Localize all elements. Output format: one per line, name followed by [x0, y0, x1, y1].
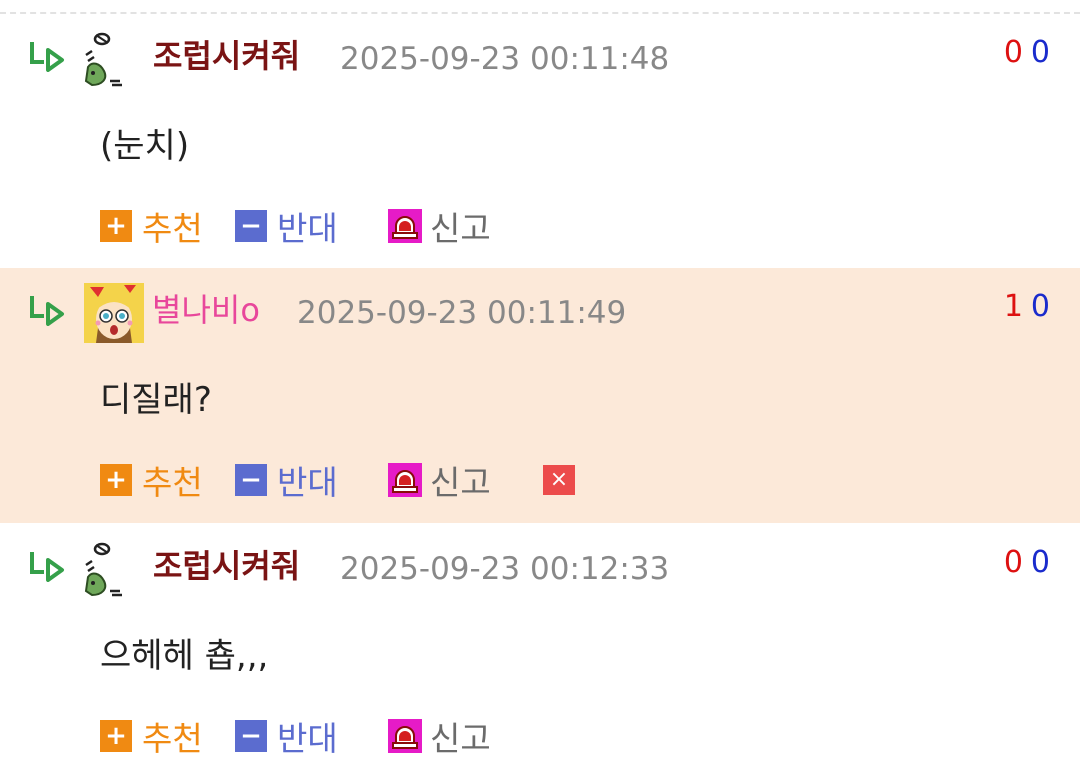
comment-author[interactable]: 별나비o [152, 290, 260, 330]
frog-icon[interactable] [82, 31, 128, 89]
comment-actions: + 추천 − 반대 신고 [100, 204, 800, 248]
downvote-count: 0 [1030, 545, 1050, 580]
comment-item-highlighted: 별나비o 2025-09-23 00:11:49 10 디질래? + 추천 − … [0, 268, 1080, 523]
comment-text: 으헤헤 춉,,, [100, 636, 269, 676]
recommend-button[interactable]: + 추천 [100, 458, 203, 502]
comment-actions: + 추천 − 반대 신고 [100, 714, 800, 758]
report-label: 신고 [430, 463, 491, 502]
report-button[interactable]: 신고 [388, 714, 491, 758]
recommend-label: 추천 [142, 719, 203, 758]
oppose-label: 반대 [277, 209, 338, 248]
report-button[interactable]: 신고 [388, 204, 491, 248]
cartoon-girl-avatar[interactable] [84, 283, 144, 343]
comment-item: 조럽시켜줘 2025-09-23 00:12:33 00 으헤헤 춉,,, + … [0, 524, 1080, 762]
comment-author[interactable]: 조럽시켜줘 [153, 546, 300, 586]
frog-icon[interactable] [82, 541, 128, 599]
vote-counts: 00 [1004, 34, 1050, 72]
report-button[interactable]: 신고 [388, 458, 491, 502]
minus-icon: − [235, 464, 267, 496]
comment-text: 디질래? [100, 380, 212, 420]
oppose-label: 반대 [277, 463, 338, 502]
upvote-count: 0 [1003, 545, 1023, 580]
comment-text: (눈치) [100, 126, 190, 166]
recommend-label: 추천 [142, 209, 203, 248]
report-label: 신고 [430, 209, 491, 248]
recommend-label: 추천 [142, 463, 203, 502]
comment-timestamp: 2025-09-23 00:12:33 [340, 551, 670, 587]
reply-arrow-icon [30, 552, 64, 582]
siren-icon [388, 719, 422, 753]
siren-icon [388, 209, 422, 243]
plus-icon: + [100, 464, 132, 496]
upvote-count: 1 [1003, 289, 1023, 324]
comment-timestamp: 2025-09-23 00:11:49 [297, 295, 627, 331]
minus-icon: − [235, 210, 267, 242]
recommend-button[interactable]: + 추천 [100, 204, 203, 248]
oppose-label: 반대 [277, 719, 338, 758]
delete-button[interactable]: × [543, 458, 575, 502]
minus-icon: − [235, 720, 267, 752]
vote-counts: 10 [1004, 288, 1050, 326]
plus-icon: + [100, 210, 132, 242]
downvote-count: 0 [1030, 289, 1050, 324]
comment-actions: + 추천 − 반대 신고 × [100, 458, 800, 502]
downvote-count: 0 [1030, 35, 1050, 70]
comment-timestamp: 2025-09-23 00:11:48 [340, 41, 670, 77]
comment-item: 조럽시켜줘 2025-09-23 00:11:48 00 (눈치) + 추천 −… [0, 14, 1080, 267]
reply-arrow-icon [30, 42, 64, 72]
oppose-button[interactable]: − 반대 [235, 204, 338, 248]
recommend-button[interactable]: + 추천 [100, 714, 203, 758]
comment-author[interactable]: 조럽시켜줘 [153, 36, 300, 76]
close-icon: × [543, 465, 575, 495]
siren-icon [388, 463, 422, 497]
oppose-button[interactable]: − 반대 [235, 714, 338, 758]
reply-arrow-icon [30, 296, 64, 326]
plus-icon: + [100, 720, 132, 752]
report-label: 신고 [430, 719, 491, 758]
vote-counts: 00 [1004, 544, 1050, 582]
oppose-button[interactable]: − 반대 [235, 458, 338, 502]
upvote-count: 0 [1003, 35, 1023, 70]
